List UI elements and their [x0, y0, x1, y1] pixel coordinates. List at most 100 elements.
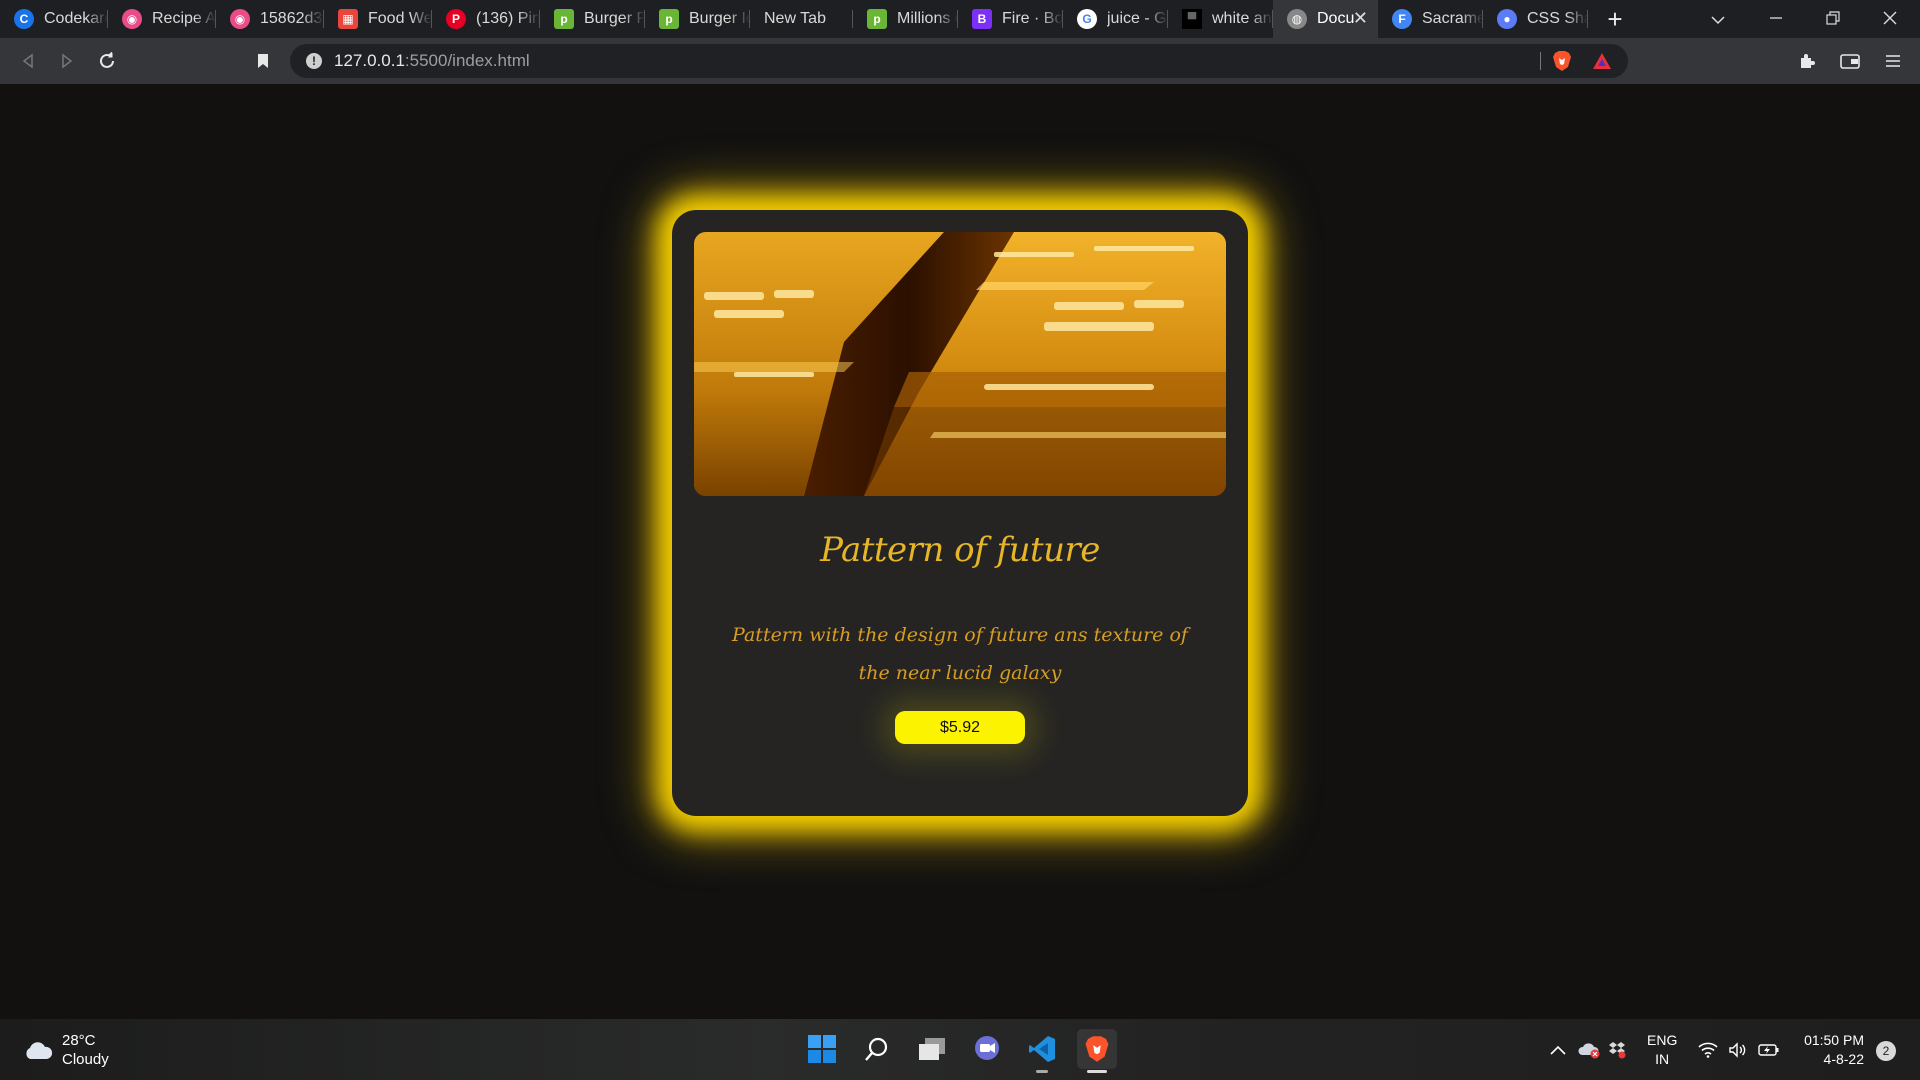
language-indicator[interactable]: ENG IN: [1647, 1019, 1677, 1080]
browser-tab[interactable]: ◉ 15862d3: [216, 0, 324, 38]
tab-separator: [852, 10, 853, 28]
url-host: 127.0.0.1: [334, 51, 405, 70]
browser-tab[interactable]: ▦ Food We: [324, 0, 432, 38]
gold-bars-picture: [694, 232, 1226, 496]
browser-tab[interactable]: p Millions o: [853, 0, 958, 38]
tab-fade: [1251, 0, 1273, 38]
notification-badge[interactable]: 2: [1876, 1041, 1896, 1061]
browser-tab[interactable]: FSacramen: [1378, 0, 1483, 38]
tab-title: Docu: [1317, 10, 1355, 27]
active-indicator: [1087, 1070, 1107, 1073]
browser-tab[interactable]: Gjuice - Go: [1063, 0, 1168, 38]
dropbox-tray-button[interactable]: [1608, 1019, 1626, 1080]
hamburger-menu-icon: [1886, 55, 1900, 67]
show-hidden-icons-button[interactable]: [1550, 1019, 1566, 1080]
network-volume-battery-button[interactable]: [1698, 1019, 1780, 1080]
browser-tab[interactable]: P (136) Pin: [432, 0, 540, 38]
browser-tab[interactable]: C Codekaro: [0, 0, 108, 38]
windows-taskbar: 28°C Cloudy ENG IN 01:50 PM 4-8-22 2: [0, 1019, 1920, 1080]
tab-fade: [831, 0, 853, 38]
address-bar[interactable]: ! 127.0.0.1:5500/index.html: [290, 44, 1628, 78]
browser-tab[interactable]: ◍ Docu ✕: [1273, 0, 1378, 38]
brave-taskbar-button[interactable]: [1077, 1029, 1117, 1073]
teams-chat-button[interactable]: [967, 1029, 1007, 1069]
clock-date: 4-8-22: [1823, 1051, 1864, 1067]
task-view-icon: [919, 1038, 945, 1060]
codekaro-icon: C: [14, 9, 34, 29]
task-view-button[interactable]: [912, 1029, 952, 1069]
page-viewport: Pattern of future Pattern with the desig…: [0, 84, 1920, 1019]
minimize-icon: [1770, 17, 1782, 19]
close-window-button[interactable]: [1862, 0, 1918, 38]
brave-rewards-button[interactable]: [1592, 51, 1612, 76]
weather-temperature: 28°C: [62, 1032, 96, 1049]
search-button[interactable]: [857, 1029, 897, 1069]
restore-button[interactable]: [1805, 0, 1861, 38]
onedrive-tray-button[interactable]: [1578, 1019, 1600, 1080]
tab-separator: [539, 10, 540, 28]
clock-time: 01:50 PM: [1804, 1032, 1864, 1048]
forward-button[interactable]: [52, 46, 82, 76]
browser-tab[interactable]: p Burger P: [540, 0, 645, 38]
back-arrow-icon: [22, 53, 33, 69]
reload-button[interactable]: [92, 46, 122, 76]
system-clock[interactable]: 01:50 PM 4-8-22: [1794, 1031, 1864, 1069]
battery-charging-icon: [1758, 1043, 1779, 1056]
tab-fade: [623, 0, 645, 38]
new-tab-button[interactable]: +: [1600, 4, 1630, 34]
dribbble-icon: ◉: [230, 9, 250, 29]
browser-tab[interactable]: ▀ white anc: [1168, 0, 1273, 38]
tab-separator: [107, 10, 108, 28]
volume-icon: [1729, 1041, 1746, 1058]
close-icon: [1883, 11, 1897, 25]
wallet-button[interactable]: [1835, 46, 1865, 76]
tab-search-button[interactable]: [1690, 0, 1746, 38]
windows-logo-icon: [808, 1035, 836, 1063]
url-text[interactable]: 127.0.0.1:5500/index.html: [334, 44, 530, 78]
site-info-icon[interactable]: !: [306, 53, 322, 69]
tab-separator: [1587, 10, 1588, 28]
tab-fade: [86, 0, 108, 38]
tab-fade: [1146, 0, 1168, 38]
browser-tab[interactable]: ◉Recipe Ap: [108, 0, 216, 38]
restore-icon: [1826, 11, 1840, 25]
minimize-button[interactable]: [1748, 0, 1804, 38]
close-tab-icon[interactable]: ✕: [1353, 8, 1368, 29]
card-title: Pattern of future: [820, 530, 1100, 570]
bookmark-button[interactable]: [248, 46, 278, 76]
dribbble-icon: ◉: [122, 9, 142, 29]
browser-tab[interactable]: p Burger Ic: [645, 0, 750, 38]
pixeden-icon: p: [554, 9, 574, 29]
language-region: IN: [1655, 1050, 1670, 1067]
tab-fade: [728, 0, 750, 38]
running-indicator: [1036, 1070, 1048, 1073]
tab-fade: [1461, 0, 1483, 38]
browser-tab[interactable]: ●CSS Shad: [1483, 0, 1588, 38]
browser-tab[interactable]: New Tab: [750, 0, 853, 38]
extensions-button[interactable]: [1792, 46, 1822, 76]
vscode-taskbar-button[interactable]: [1022, 1029, 1062, 1073]
price-button[interactable]: $5.92: [895, 711, 1025, 744]
chevron-down-icon: [1711, 16, 1725, 25]
card-description: Pattern with the design of future ans te…: [732, 624, 1188, 684]
google-icon: G: [1077, 9, 1097, 29]
start-button[interactable]: [802, 1029, 842, 1069]
tab-separator: [1272, 10, 1273, 28]
back-button[interactable]: [13, 46, 43, 76]
tab-fade: [518, 0, 540, 38]
tab-fade: [194, 0, 216, 38]
weather-widget[interactable]: 28°C Cloudy: [22, 1031, 109, 1069]
sacramento-icon: F: [1392, 9, 1412, 29]
vscode-icon: [1029, 1036, 1055, 1062]
cloud-icon: [26, 1042, 53, 1059]
product-card: Pattern of future Pattern with the desig…: [672, 210, 1248, 816]
dropbox-icon: [1609, 1041, 1626, 1058]
brave-lion-icon: [1085, 1036, 1109, 1062]
menu-button[interactable]: [1878, 46, 1908, 76]
puzzle-icon: [1801, 54, 1815, 68]
gold-bars-image: [694, 232, 1226, 496]
brave-shields-button[interactable]: [1552, 50, 1572, 77]
tab-strip: ●CSS ShadFSacramen ◍ Docu✕ ▀white ancGjuice…: [0, 0, 1920, 38]
reload-icon: [100, 52, 114, 68]
browser-tab[interactable]: BFire · Boo: [958, 0, 1063, 38]
